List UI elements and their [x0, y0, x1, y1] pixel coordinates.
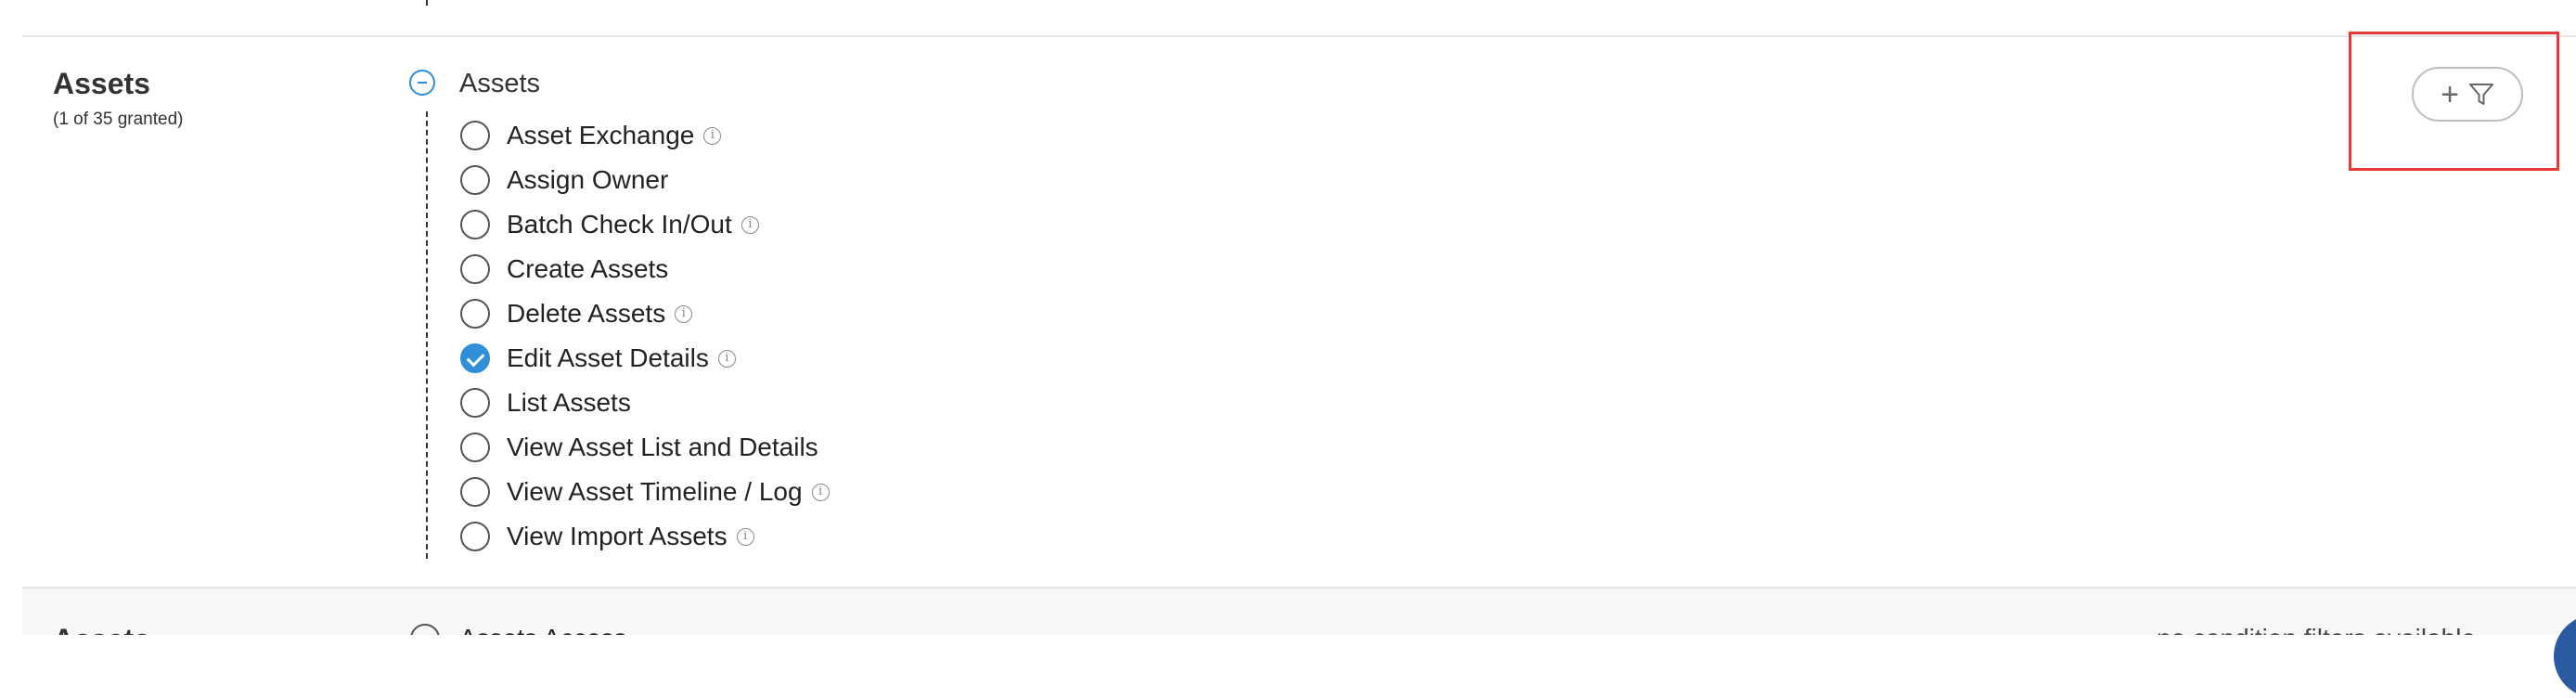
group-label: Assets: [459, 69, 541, 98]
permission-item[interactable]: Delete Assets i: [460, 291, 830, 336]
permission-item[interactable]: View Asset List and Details: [460, 425, 830, 470]
radio-button[interactable]: [460, 388, 490, 418]
radio-button[interactable]: [460, 210, 490, 239]
permission-item[interactable]: List Assets: [460, 381, 830, 425]
permission-item[interactable]: View Asset Timeline / Log i: [460, 470, 830, 514]
permission-item[interactable]: Asset Exchange i: [460, 113, 830, 158]
add-condition-filter-button[interactable]: +: [2412, 67, 2523, 122]
tree-line-top: [426, 0, 428, 6]
permission-label: View Asset Timeline / Log: [507, 477, 803, 506]
radio-button[interactable]: [460, 254, 490, 284]
info-icon[interactable]: i: [675, 304, 693, 323]
info-icon[interactable]: i: [736, 527, 754, 546]
plus-icon: +: [2441, 76, 2459, 112]
info-icon[interactable]: i: [717, 349, 736, 368]
permission-label: List Assets: [507, 388, 631, 417]
permission-label: View Asset List and Details: [507, 433, 818, 461]
next-section-item-label: Assets Access: [459, 624, 627, 635]
permission-item[interactable]: Edit Asset Details i: [460, 336, 830, 381]
radio-button[interactable]: [460, 477, 490, 507]
permission-label: Create Assets: [507, 254, 669, 283]
radio-button[interactable]: [460, 433, 490, 462]
permission-list: Asset Exchange i Assign Owner Batch Check I…: [460, 113, 830, 559]
info-icon[interactable]: i: [811, 483, 830, 501]
permission-label: View Import Assets: [507, 522, 728, 550]
radio-button[interactable]: [460, 299, 490, 329]
filter-icon: [2468, 83, 2493, 105]
permission-label: Asset Exchange: [507, 121, 695, 149]
radio-button[interactable]: [460, 165, 490, 195]
section-title: Assets: [53, 67, 150, 100]
permission-label: Batch Check In/Out: [507, 210, 732, 239]
next-section-radio[interactable]: [410, 624, 440, 635]
permission-item[interactable]: Create Assets: [460, 247, 830, 291]
info-icon[interactable]: i: [741, 215, 759, 234]
checked-radio-icon[interactable]: [460, 343, 490, 373]
no-filters-note: no condition filters available: [2157, 624, 2476, 635]
radio-button[interactable]: [460, 522, 490, 551]
permission-item[interactable]: Assign Owner: [460, 158, 830, 202]
radio-button[interactable]: [460, 121, 490, 150]
permission-label: Delete Assets: [507, 299, 666, 328]
permission-item[interactable]: View Import Assets i: [460, 514, 830, 559]
collapse-group-icon[interactable]: [409, 70, 435, 96]
tree-line: [426, 111, 428, 559]
section-granted-count: (1 of 35 granted): [53, 110, 184, 129]
next-section: Assets Assets Access no condition filter…: [22, 588, 2576, 635]
next-section-title: Assets: [53, 623, 150, 635]
permission-item[interactable]: Batch Check In/Out i: [460, 202, 830, 247]
info-icon[interactable]: i: [703, 126, 722, 145]
permission-label: Assign Owner: [507, 165, 669, 194]
permission-label: Edit Asset Details: [507, 343, 709, 372]
section-divider: [22, 35, 2576, 37]
